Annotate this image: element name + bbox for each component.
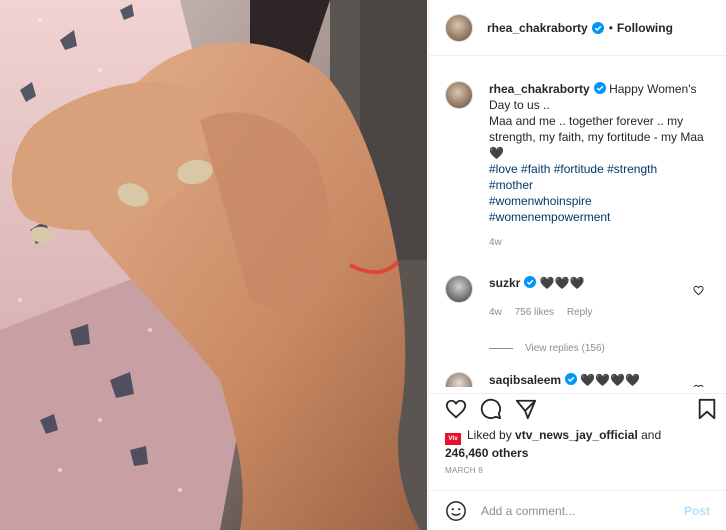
view-replies-button[interactable]: View replies (156) bbox=[489, 343, 726, 354]
replies-divider bbox=[489, 348, 513, 349]
post-header: rhea_chakraborty • Following bbox=[429, 0, 726, 56]
comment-age[interactable]: 4w bbox=[489, 307, 502, 318]
author-username[interactable]: rhea_chakraborty bbox=[487, 21, 588, 35]
comment-body: suzkr 🖤🖤🖤 4w 756 likes Reply bbox=[489, 275, 710, 321]
verified-badge-icon bbox=[524, 276, 537, 288]
hashtag[interactable]: #mother bbox=[489, 178, 533, 192]
black-heart-emoji: 🖤 bbox=[489, 146, 504, 160]
verified-badge-icon bbox=[593, 82, 606, 94]
caption-text: rhea_chakraborty Happy Women's Day to us… bbox=[489, 81, 710, 251]
author-avatar[interactable] bbox=[445, 13, 473, 42]
likes-others-count[interactable]: 246,460 others bbox=[445, 446, 528, 460]
comment-likes[interactable]: 756 likes bbox=[515, 307, 554, 318]
verified-badge-icon bbox=[591, 21, 604, 34]
liked-by-label: Liked by bbox=[467, 428, 512, 442]
likes-and-label: and bbox=[641, 428, 662, 442]
comment-username[interactable]: suzkr bbox=[489, 276, 520, 290]
add-comment-bar: Post bbox=[429, 490, 726, 530]
comment-text: 🖤🖤🖤 bbox=[539, 276, 585, 290]
hashtag[interactable]: #love bbox=[489, 162, 518, 176]
post-photo[interactable] bbox=[0, 0, 427, 530]
share-icon[interactable] bbox=[515, 398, 537, 420]
likes-summary: Vtv Liked by vtv_news_jay_official and 24… bbox=[445, 427, 705, 461]
caption-avatar[interactable] bbox=[445, 81, 473, 109]
liker-username[interactable]: vtv_news_jay_official bbox=[515, 428, 638, 442]
comment-avatar[interactable] bbox=[445, 275, 473, 303]
comment-item: suzkr 🖤🖤🖤 4w 756 likes Reply bbox=[429, 275, 726, 321]
header-separator: • bbox=[608, 20, 613, 35]
comment-input[interactable] bbox=[481, 503, 684, 518]
hashtag[interactable]: #womenempowerment bbox=[489, 210, 610, 224]
emoji-icon[interactable] bbox=[445, 500, 467, 522]
verified-badge-icon bbox=[565, 373, 578, 385]
bookmark-icon[interactable] bbox=[696, 398, 718, 420]
hashtag[interactable]: #faith bbox=[521, 162, 550, 176]
hands-photo-illustration bbox=[0, 0, 427, 530]
caption-age[interactable]: 4w bbox=[489, 235, 710, 251]
view-replies-label: View replies (156) bbox=[525, 343, 605, 354]
comment-avatar[interactable] bbox=[445, 372, 473, 387]
heart-icon[interactable] bbox=[445, 398, 467, 420]
caption: rhea_chakraborty Happy Women's Day to us… bbox=[429, 57, 726, 251]
post-detail-panel: rhea_chakraborty • Following rhea_chakra… bbox=[428, 0, 726, 530]
post-date[interactable]: MARCH 8 bbox=[445, 466, 483, 475]
comment-like-heart-icon[interactable] bbox=[693, 384, 704, 387]
caption-username[interactable]: rhea_chakraborty bbox=[489, 82, 590, 96]
comment-item: saqibsaleem 🖤🖤🖤🖤 bbox=[429, 372, 726, 387]
comment-username[interactable]: saqibsaleem bbox=[489, 373, 561, 387]
comment-icon[interactable] bbox=[480, 398, 502, 420]
liker-avatar[interactable]: Vtv bbox=[445, 433, 461, 445]
following-button[interactable]: Following bbox=[617, 21, 673, 35]
hashtag[interactable]: #womenwhoinspire bbox=[489, 194, 592, 208]
hashtag[interactable]: #strength bbox=[607, 162, 657, 176]
comment-body: saqibsaleem 🖤🖤🖤🖤 bbox=[489, 372, 710, 387]
comment-meta: 4w 756 likes Reply bbox=[489, 305, 710, 321]
reply-button[interactable]: Reply bbox=[567, 307, 593, 318]
comment-text: 🖤🖤🖤🖤 bbox=[580, 373, 641, 387]
action-bar bbox=[429, 393, 726, 423]
caption-line-2: Maa and me .. together forever .. my str… bbox=[489, 114, 704, 144]
comment-like-heart-icon[interactable] bbox=[693, 285, 704, 296]
hashtag[interactable]: #fortitude bbox=[554, 162, 604, 176]
post-comment-button[interactable]: Post bbox=[684, 504, 710, 518]
comments-list[interactable]: rhea_chakraborty Happy Women's Day to us… bbox=[429, 57, 726, 387]
